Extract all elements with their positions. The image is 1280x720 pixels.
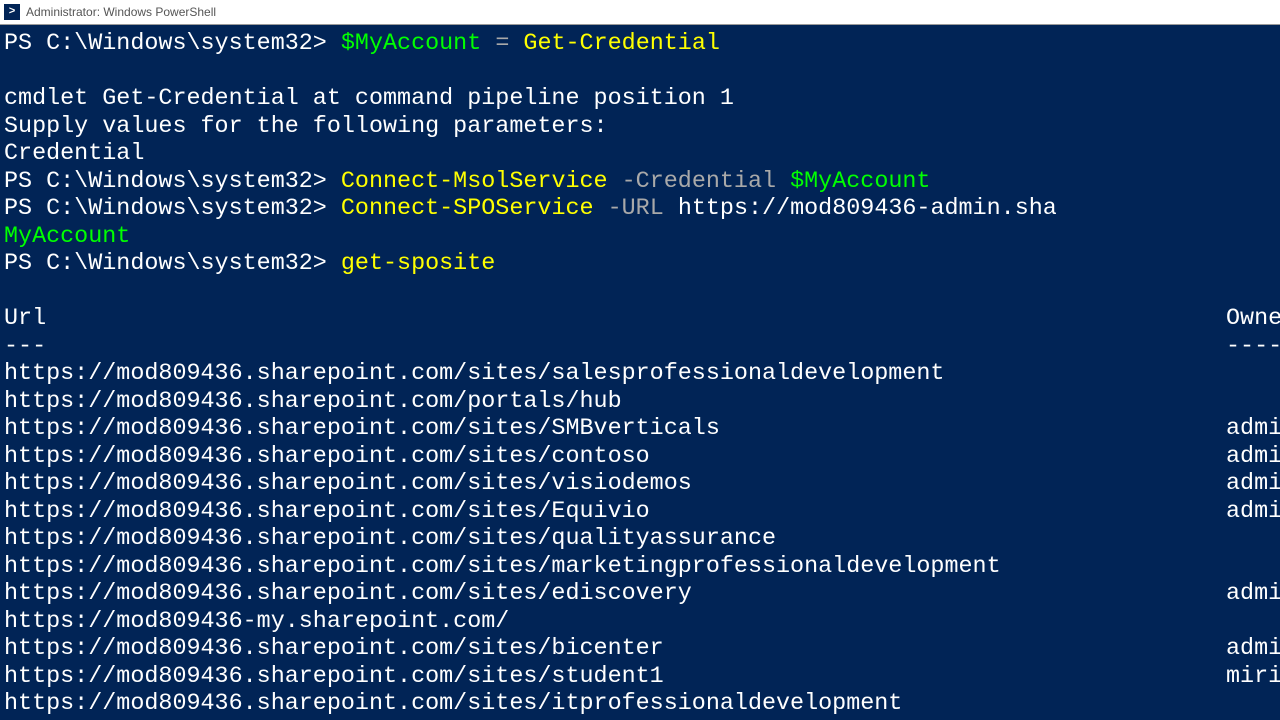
- command: Connect-SPOService: [341, 196, 594, 222]
- table-row: https://mod809436.sharepoint.com/sites/s…: [4, 361, 1226, 387]
- arg-url: https://mod809436-admin.sha: [678, 196, 1057, 222]
- variable: $MyAccount: [790, 169, 930, 195]
- table-row: https://mod809436.sharepoint.com/sites/E…: [4, 499, 1280, 525]
- table-row: https://mod809436.sharepoint.com/sites/i…: [4, 691, 1226, 717]
- operator: =: [495, 31, 509, 57]
- variable: $MyAccount: [341, 31, 481, 57]
- column-rule: -------: [4, 334, 1280, 360]
- table-row: https://mod809436.sharepoint.com/sites/q…: [4, 526, 1226, 552]
- terminal-output[interactable]: PS C:\Windows\system32> $MyAccount = Get…: [0, 25, 1280, 720]
- output-line: Credential: [4, 141, 144, 167]
- prompt: PS C:\Windows\system32>: [4, 31, 327, 57]
- prompt: PS C:\Windows\system32>: [4, 169, 327, 195]
- table-row: https://mod809436.sharepoint.com/sites/b…: [4, 636, 1280, 662]
- variable-wrap: MyAccount: [4, 224, 130, 250]
- table-row: https://mod809436.sharepoint.com/sites/m…: [4, 554, 1226, 580]
- powershell-icon: >: [4, 4, 20, 20]
- window-title: Administrator: Windows PowerShell: [26, 5, 216, 19]
- output-line: Supply values for the following paramete…: [4, 114, 608, 140]
- command: Connect-MsolService: [341, 169, 608, 195]
- prompt: PS C:\Windows\system32>: [4, 251, 327, 277]
- table-row: https://mod809436-my.sharepoint.com/: [4, 609, 1226, 635]
- parameter: -Credential: [622, 169, 776, 195]
- output-line: cmdlet Get-Credential at command pipelin…: [4, 86, 734, 112]
- command: get-sposite: [341, 251, 495, 277]
- command: Get-Credential: [523, 31, 720, 57]
- table-row: https://mod809436.sharepoint.com/sites/S…: [4, 416, 1280, 442]
- table-row: https://mod809436.sharepoint.com/sites/e…: [4, 581, 1280, 607]
- table-row: https://mod809436.sharepoint.com/sites/v…: [4, 471, 1280, 497]
- window-titlebar[interactable]: > Administrator: Windows PowerShell: [0, 0, 1280, 25]
- column-header-url: UrlOwne: [4, 306, 1280, 332]
- table-row: https://mod809436.sharepoint.com/sites/c…: [4, 444, 1280, 470]
- prompt: PS C:\Windows\system32>: [4, 196, 327, 222]
- parameter: -URL: [608, 196, 664, 222]
- table-row: https://mod809436.sharepoint.com/portals…: [4, 389, 1226, 415]
- table-row: https://mod809436.sharepoint.com/sites/s…: [4, 664, 1280, 690]
